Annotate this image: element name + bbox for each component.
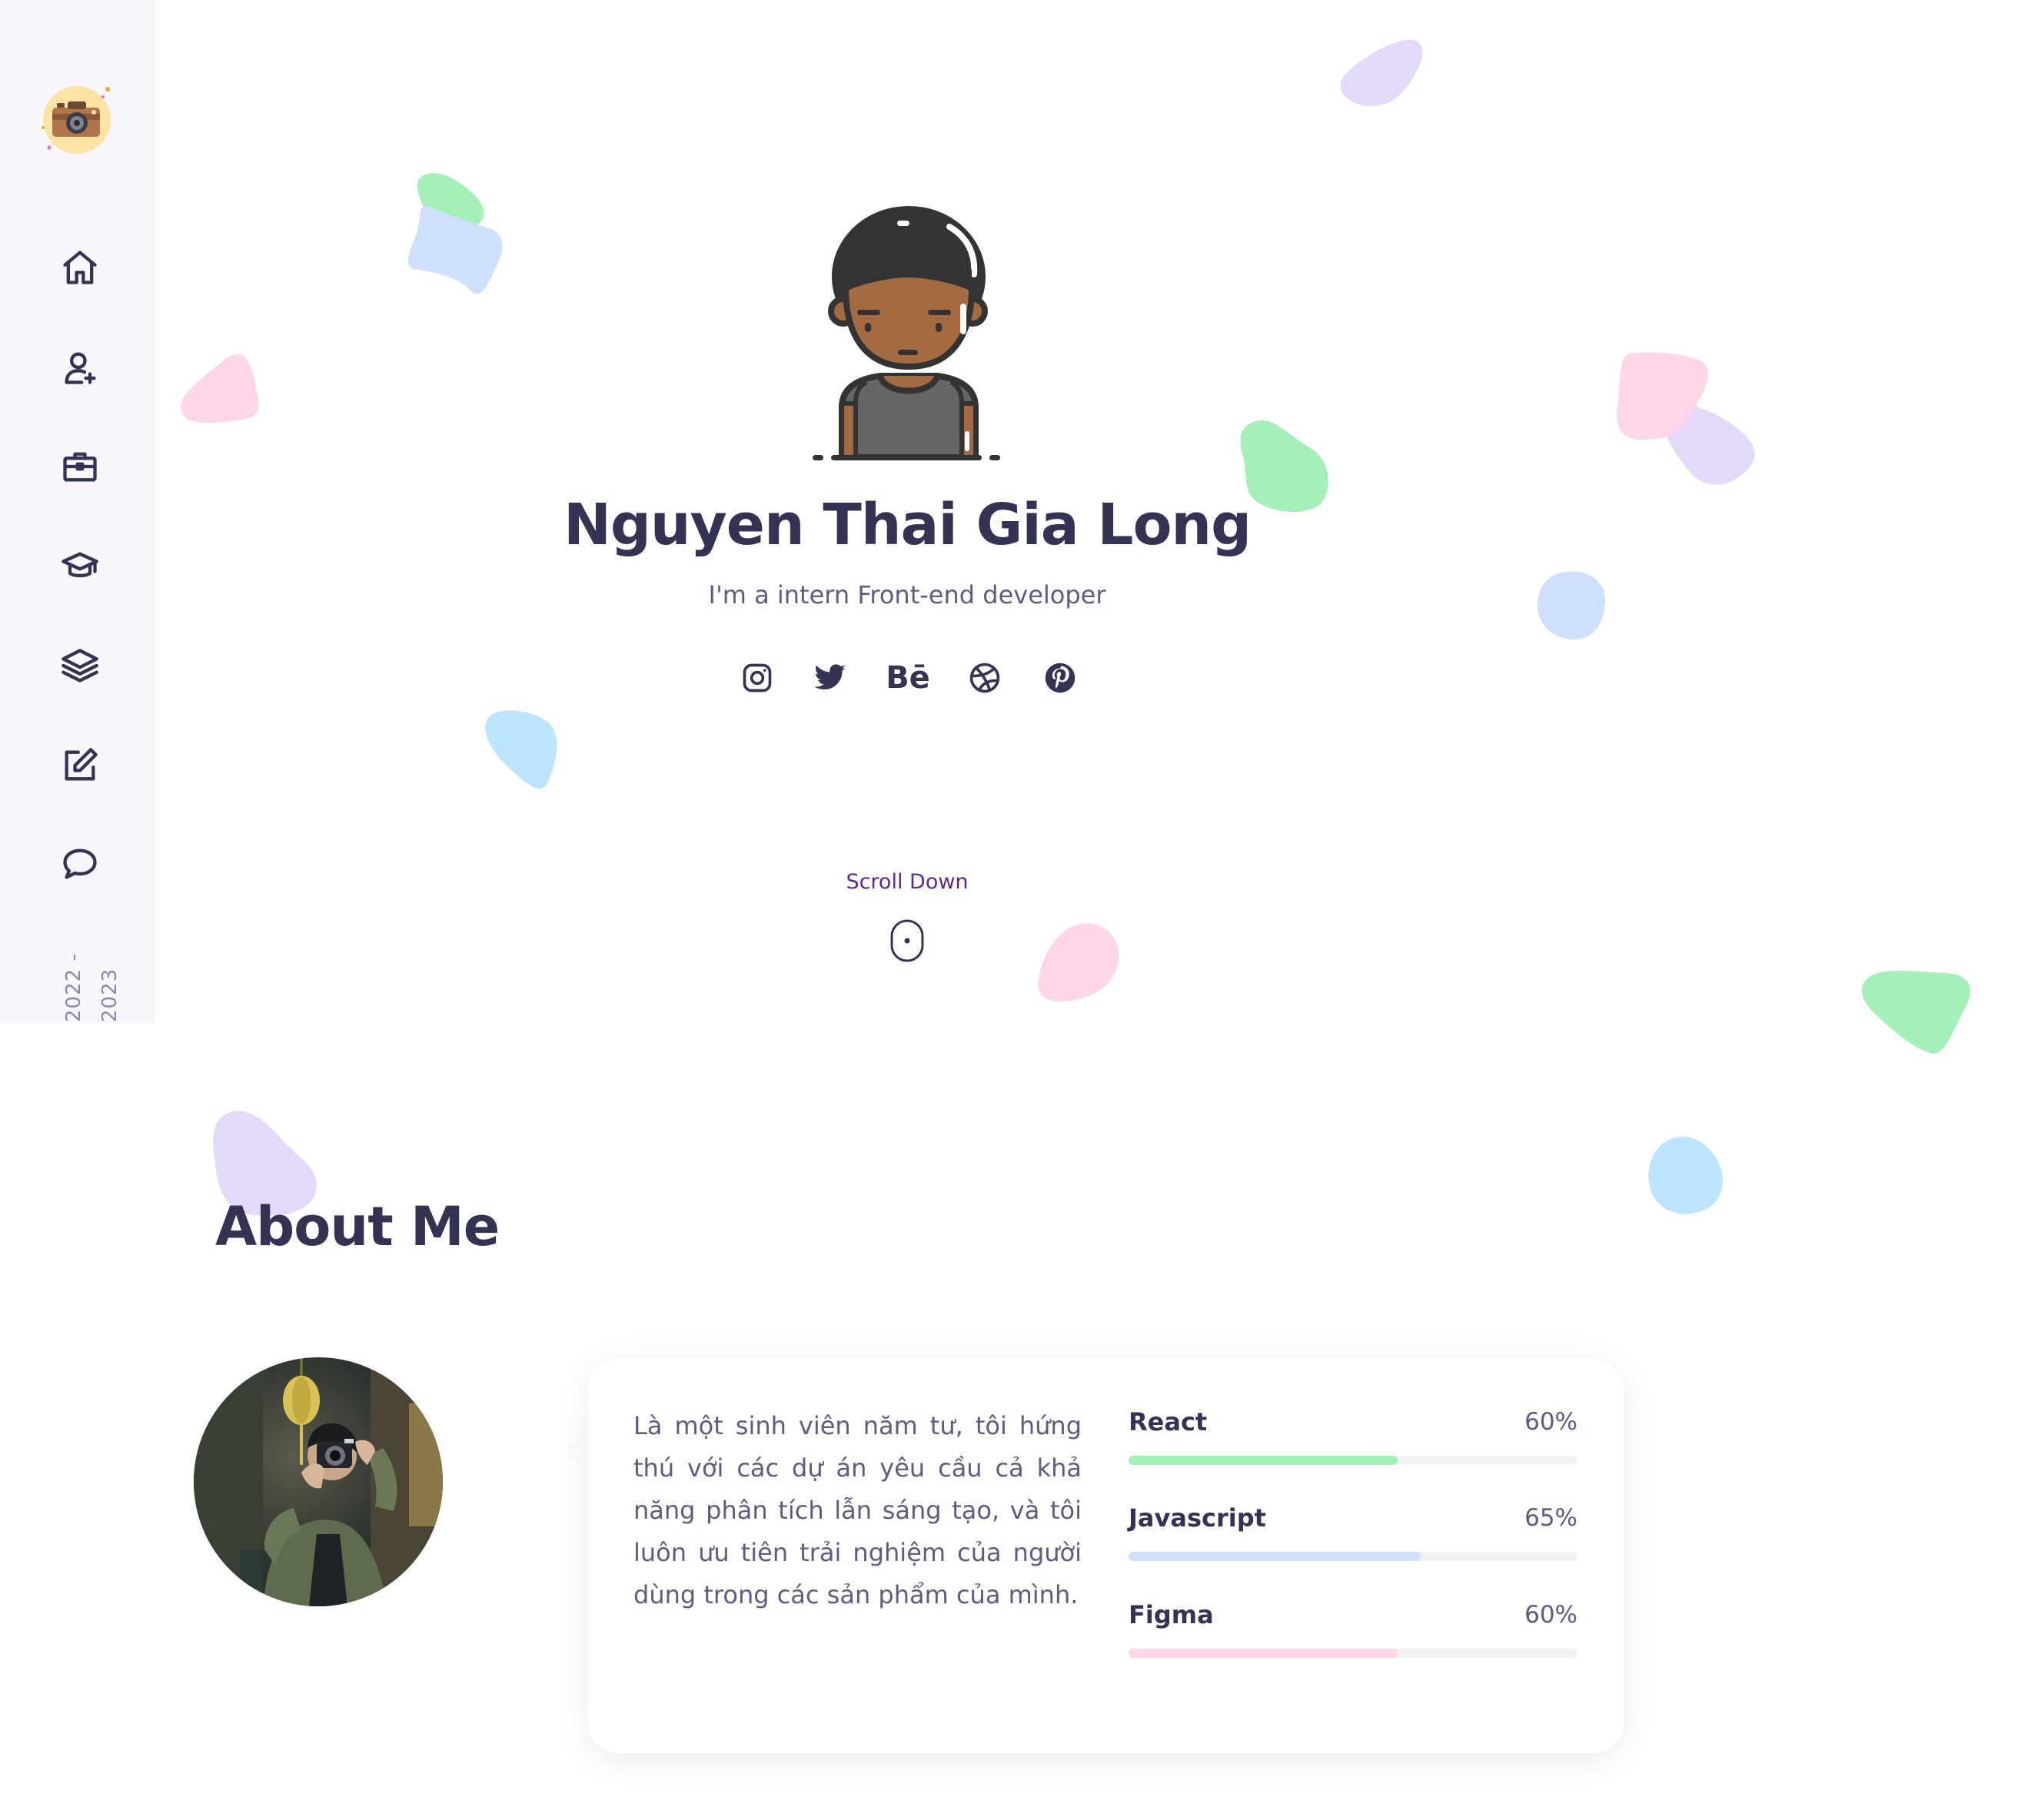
skill-percent: 60% bbox=[1524, 1601, 1578, 1629]
decorative-shape-pink bbox=[1617, 352, 1708, 440]
decorative-shape-cyan bbox=[1648, 1136, 1723, 1214]
user-plus-icon bbox=[65, 352, 96, 384]
skill-figma: Figma 60% bbox=[1129, 1599, 1578, 1658]
nav-education[interactable] bbox=[55, 542, 105, 591]
decorative-shape-pink bbox=[1038, 923, 1119, 1001]
edit-icon bbox=[65, 748, 98, 781]
scroll-down-link[interactable]: Scroll Down bbox=[769, 870, 1046, 894]
nav-portfolio[interactable] bbox=[55, 641, 105, 690]
social-behance[interactable]: Bē bbox=[885, 658, 931, 698]
nav-contact[interactable] bbox=[55, 839, 105, 888]
mouse-icon[interactable] bbox=[889, 918, 925, 963]
skill-name: Javascript bbox=[1129, 1503, 1266, 1533]
skill-react: React 60% bbox=[1129, 1407, 1578, 1465]
instagram-icon bbox=[743, 663, 772, 692]
nav-services[interactable] bbox=[55, 442, 105, 491]
sidebar: 2022 - 2023 bbox=[0, 0, 155, 1024]
card-pointer bbox=[569, 1437, 589, 1465]
home-icon bbox=[63, 251, 97, 284]
skill-percent: 65% bbox=[1524, 1504, 1578, 1532]
social-dribbble[interactable] bbox=[965, 658, 1005, 698]
profile-photo bbox=[194, 1357, 443, 1606]
decorative-shape-blue bbox=[1537, 571, 1606, 640]
chat-bubble-icon bbox=[63, 849, 97, 879]
decorative-shape-blue bbox=[408, 206, 503, 294]
skill-progress-fill bbox=[1129, 1649, 1398, 1658]
about-bio: Là một sinh viên năm tư, tôi hứng thú vớ… bbox=[633, 1411, 1082, 1609]
copyright-line-2: 2023 bbox=[98, 968, 121, 1022]
skill-name: React bbox=[1129, 1407, 1208, 1436]
about-title: About Me bbox=[215, 1195, 500, 1258]
decorative-shape-cyan bbox=[485, 710, 557, 789]
layers-icon bbox=[62, 649, 98, 682]
skill-percent: 60% bbox=[1524, 1408, 1578, 1436]
decorative-shape-green bbox=[1861, 971, 1970, 1054]
social-pinterest[interactable] bbox=[1040, 658, 1080, 698]
graduation-cap-icon bbox=[62, 552, 98, 578]
hero-name: Nguyen Thai Gia Long bbox=[563, 492, 1252, 558]
skill-javascript: Javascript 65% bbox=[1129, 1503, 1578, 1561]
pinterest-icon bbox=[1045, 663, 1076, 693]
social-twitter[interactable] bbox=[810, 658, 850, 698]
nav-blog[interactable] bbox=[55, 741, 105, 790]
nav-about[interactable] bbox=[55, 343, 105, 392]
skill-progress-fill bbox=[1129, 1552, 1421, 1561]
skill-name: Figma bbox=[1129, 1600, 1214, 1629]
copyright-years: 2022 - 2023 bbox=[62, 953, 141, 1022]
behance-icon: Bē bbox=[886, 660, 930, 696]
decorative-shape-purple bbox=[1340, 39, 1423, 107]
dribbble-icon bbox=[969, 663, 1000, 693]
social-instagram[interactable] bbox=[737, 658, 777, 698]
copyright-line-1: 2022 - bbox=[62, 953, 85, 1022]
camera-logo[interactable] bbox=[37, 80, 117, 160]
twitter-icon bbox=[814, 664, 846, 690]
decorative-shape-pink bbox=[180, 354, 259, 423]
skill-progress-track bbox=[1129, 1649, 1578, 1658]
briefcase-icon bbox=[63, 452, 97, 482]
skill-progress-track bbox=[1129, 1552, 1578, 1561]
skill-progress-track bbox=[1129, 1456, 1578, 1465]
avatar-illustration bbox=[813, 206, 1000, 460]
nav-home[interactable] bbox=[55, 243, 105, 292]
hero-subtitle: I'm a intern Front-end developer bbox=[708, 580, 1106, 609]
skill-progress-fill bbox=[1129, 1456, 1398, 1465]
